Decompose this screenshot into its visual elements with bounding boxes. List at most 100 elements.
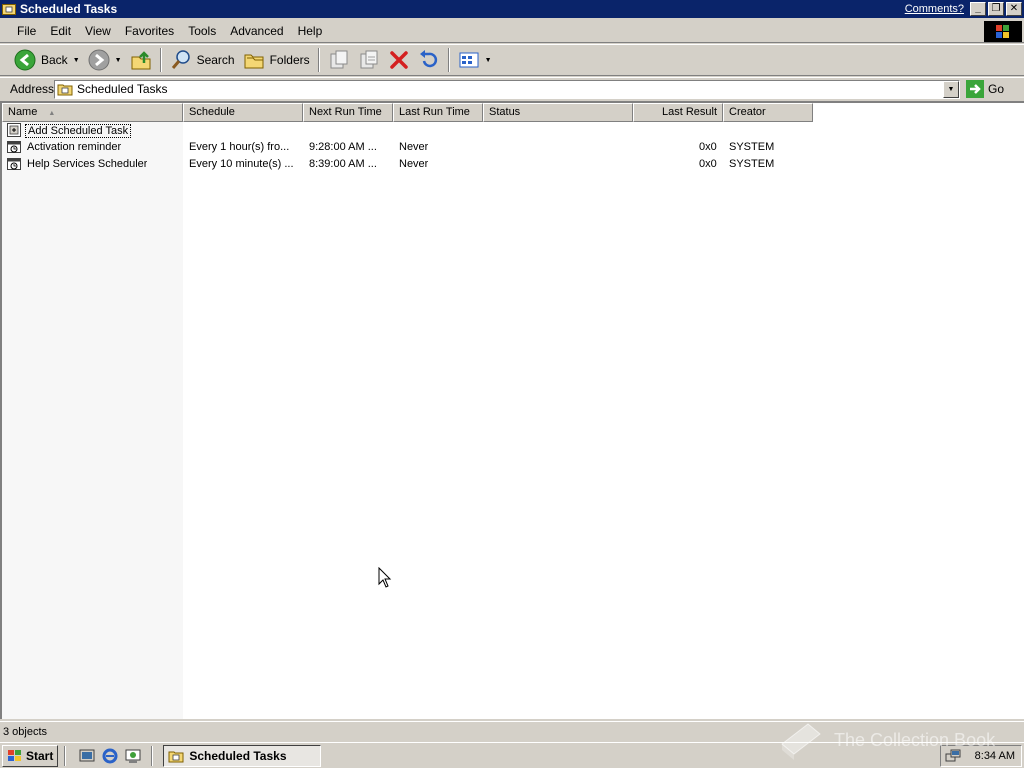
task-creator: SYSTEM	[729, 141, 775, 153]
move-to-button[interactable]	[324, 47, 354, 73]
back-button[interactable]: Back ▼	[10, 47, 84, 73]
sort-ascending-icon: ▲	[48, 110, 56, 117]
menu-view[interactable]: View	[78, 24, 118, 38]
go-arrow-icon	[966, 80, 984, 98]
go-label: Go	[988, 82, 1005, 96]
taskbar-separator	[64, 745, 67, 766]
views-icon	[459, 52, 479, 68]
start-button[interactable]: Start	[2, 744, 59, 767]
views-button[interactable]: ▼	[454, 47, 496, 73]
task-last-run-time: Never	[399, 158, 429, 170]
column-header-status[interactable]: Status	[483, 103, 633, 122]
comments-link[interactable]: Comments?	[905, 3, 964, 15]
address-bar: Address Scheduled Tasks ▼ Go	[0, 77, 1024, 100]
undo-button[interactable]	[414, 47, 444, 73]
delete-icon	[389, 51, 408, 69]
show-desktop-icon[interactable]	[78, 747, 96, 765]
restore-button[interactable]: ❐	[988, 2, 1004, 16]
task-creator: SYSTEM	[729, 158, 775, 170]
up-folder-icon	[131, 51, 151, 70]
undo-icon	[419, 50, 437, 68]
address-dropdown-button[interactable]: ▼	[943, 80, 959, 98]
back-dropdown-icon[interactable]: ▼	[73, 57, 80, 64]
taskbar-button-scheduled-tasks[interactable]: Scheduled Tasks	[163, 744, 322, 767]
menu-favorites[interactable]: Favorites	[118, 24, 181, 38]
scheduled-tasks-folder-icon	[2, 4, 16, 15]
scheduled-tasks-folder-icon	[57, 84, 73, 96]
folders-icon	[244, 54, 264, 69]
menu-tools[interactable]: Tools	[181, 24, 223, 38]
copy-to-icon	[360, 50, 378, 69]
taskbar-button-label: Scheduled Tasks	[189, 748, 287, 763]
back-arrow-icon	[14, 49, 36, 71]
column-header: Name ▲ Schedule Next Run Time Last Run T…	[2, 103, 813, 122]
restore-icon: ❐	[991, 3, 1001, 14]
task-next-run-time: 9:28:00 AM ...	[309, 141, 377, 153]
go-button[interactable]: Go	[966, 80, 1004, 98]
taskbar: Start Scheduled Tasks 8:34 AM	[0, 742, 1024, 768]
forward-dropdown-icon[interactable]: ▼	[115, 57, 122, 64]
address-input[interactable]: Scheduled Tasks ▼	[54, 79, 960, 99]
address-value: Scheduled Tasks	[77, 82, 168, 96]
server-management-icon[interactable]	[124, 747, 142, 765]
quick-launch	[78, 747, 147, 765]
toolbar: Back ▼ ▼ Search Folders ▼	[0, 44, 1024, 76]
title-bar: Scheduled Tasks Comments? _ ❐ ✕	[0, 0, 1024, 18]
column-header-next-run-time[interactable]: Next Run Time	[303, 103, 393, 122]
task-next-run-time: 8:39:00 AM ...	[309, 158, 377, 170]
toolbar-separator	[317, 48, 320, 72]
forward-arrow-icon	[88, 49, 110, 71]
column-header-last-result[interactable]: Last Result	[633, 103, 723, 122]
address-label: Address	[10, 82, 55, 96]
sorted-column-highlight	[2, 122, 183, 719]
folders-button[interactable]: Folders	[239, 47, 314, 73]
column-header-last-run-time[interactable]: Last Run Time	[393, 103, 483, 122]
start-label: Start	[26, 748, 54, 763]
menu-file[interactable]: File	[10, 24, 43, 38]
column-header-creator[interactable]: Creator	[723, 103, 813, 122]
menu-bar: File Edit View Favorites Tools Advanced …	[0, 20, 1024, 43]
column-header-schedule[interactable]: Schedule	[183, 103, 303, 122]
task-name: Activation reminder	[27, 141, 122, 153]
search-icon	[171, 50, 190, 69]
back-label: Back	[41, 53, 68, 67]
task-last-result: 0x0	[699, 141, 717, 153]
delete-button[interactable]	[384, 47, 414, 73]
search-button[interactable]: Search	[166, 47, 239, 73]
scheduled-task-icon	[7, 141, 21, 153]
scheduled-task-icon	[7, 158, 21, 170]
mouse-pointer-icon	[378, 567, 392, 588]
network-connection-icon[interactable]	[945, 748, 961, 764]
window-title: Scheduled Tasks	[20, 2, 118, 16]
status-bar: 3 objects	[0, 721, 1024, 741]
forward-button[interactable]: ▼	[84, 47, 126, 73]
task-schedule: Every 10 minute(s) ...	[189, 158, 294, 170]
task-last-result: 0x0	[699, 158, 717, 170]
task-last-run-time: Never	[399, 141, 429, 153]
column-name-label: Name	[8, 106, 38, 118]
system-tray: 8:34 AM	[940, 745, 1022, 767]
folders-label: Folders	[269, 53, 310, 67]
copy-to-button[interactable]	[354, 47, 384, 73]
scheduled-tasks-folder-icon	[168, 751, 184, 762]
close-button[interactable]: ✕	[1006, 2, 1022, 16]
menu-edit[interactable]: Edit	[43, 24, 78, 38]
toolbar-separator	[159, 48, 162, 72]
task-list-view[interactable]: Name ▲ Schedule Next Run Time Last Run T…	[0, 101, 1024, 719]
menu-advanced[interactable]: Advanced	[223, 24, 290, 38]
windows-logo-icon	[984, 21, 1022, 42]
windows-logo-icon	[8, 749, 21, 761]
clock[interactable]: 8:34 AM	[975, 750, 1015, 762]
add-task-wizard-icon	[7, 123, 21, 137]
task-name: Help Services Scheduler	[27, 158, 148, 170]
task-schedule: Every 1 hour(s) fro...	[189, 141, 290, 153]
views-dropdown-icon[interactable]: ▼	[485, 57, 492, 64]
up-button[interactable]	[126, 47, 156, 73]
minimize-button[interactable]: _	[970, 2, 986, 16]
internet-explorer-icon[interactable]	[101, 747, 119, 765]
toolbar-separator	[447, 48, 450, 72]
close-icon: ✕	[1009, 3, 1019, 14]
column-header-name[interactable]: Name ▲	[2, 103, 183, 122]
task-name: Add Scheduled Task	[25, 124, 132, 138]
menu-help[interactable]: Help	[291, 24, 330, 38]
